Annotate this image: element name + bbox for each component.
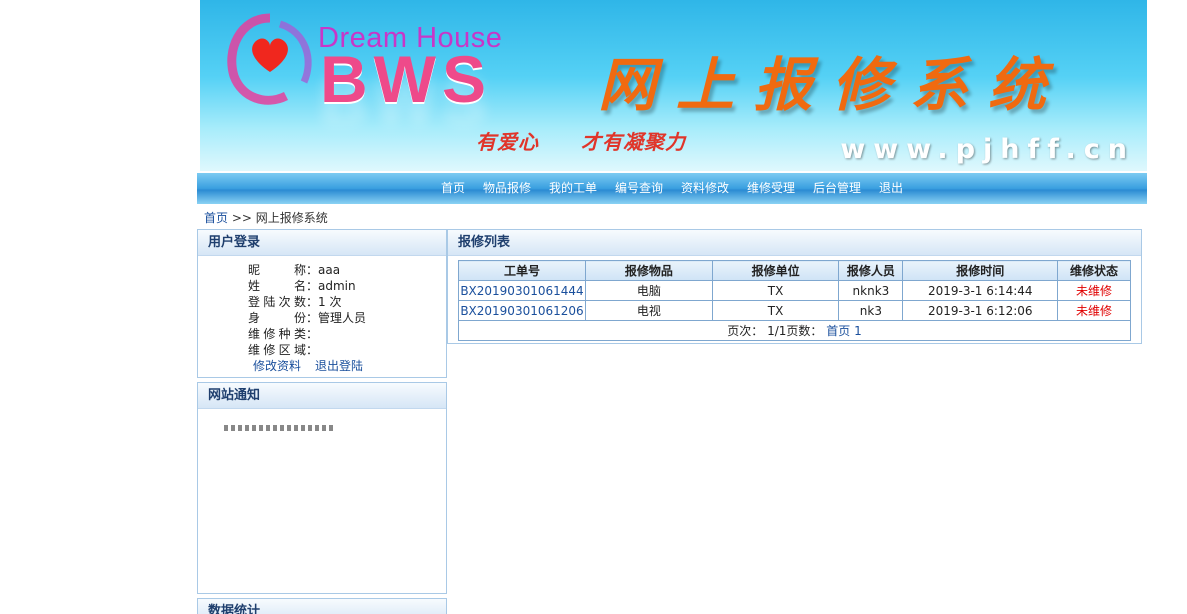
col-person: 报修人员 — [838, 260, 904, 281]
breadcrumb-current: 网上报修系统 — [255, 211, 328, 225]
nav-logout[interactable]: 退出 — [870, 173, 912, 204]
time-cell: 2019-3-1 6:14:44 — [902, 280, 1059, 301]
system-title: 网上报修系统 — [598, 51, 1067, 119]
field-label: 昵称 — [248, 263, 306, 277]
nav-home[interactable]: 首页 — [432, 173, 474, 204]
breadcrumb: 首页 >> 网上报修系统 — [204, 209, 328, 226]
col-status: 维修状态 — [1057, 260, 1131, 281]
field-value: 管理人员 — [318, 311, 367, 325]
pager-prefix: 页次： — [727, 324, 764, 338]
pager-page-number[interactable]: 1 — [854, 324, 862, 338]
field-value: 1 次 — [318, 295, 342, 309]
repair-list-title: 报修列表 — [448, 230, 1141, 256]
nav-report-repair[interactable]: 物品报修 — [474, 173, 540, 204]
pager: 页次： 1/1页数： 首页 1 — [458, 320, 1131, 341]
account-links: 修改资料 退出登陆 — [248, 358, 446, 374]
pager-row: 页次： 1/1页数： 首页 1 — [458, 320, 1131, 341]
item-cell: 电脑 — [584, 280, 713, 301]
field-label: 维修区域 — [248, 343, 306, 357]
data-stats-panel: 数据统计 — [197, 598, 447, 614]
repair-list-panel: 报修列表 工单号 报修物品 报修单位 报修人员 报修时间 维修状态 BX2019… — [447, 229, 1142, 344]
order-id-link[interactable]: BX20190301061444 — [460, 284, 583, 298]
time-cell: 2019-3-1 6:12:06 — [902, 300, 1059, 321]
nav-repair-accept[interactable]: 维修受理 — [738, 173, 804, 204]
order-id-cell: BX20190301061444 — [458, 280, 586, 301]
order-id-cell: BX20190301061206 — [458, 300, 586, 321]
item-cell: 电视 — [584, 300, 713, 321]
breadcrumb-separator: >> — [231, 211, 252, 225]
status-cell: 未维修 — [1057, 280, 1131, 301]
order-id-link[interactable]: BX20190301061206 — [460, 304, 583, 318]
edit-profile-link[interactable]: 修改资料 — [253, 359, 301, 373]
login-panel-title: 用户登录 — [198, 230, 446, 256]
nav-number-search[interactable]: 编号查询 — [606, 173, 672, 204]
person-cell: nknk3 — [838, 280, 904, 301]
slogan: 有爱心 才有凝聚力 — [476, 130, 686, 154]
logout-link[interactable]: 退出登陆 — [315, 359, 363, 373]
breadcrumb-home-link[interactable]: 首页 — [204, 211, 228, 225]
header-banner: Dream House BWS 网上报修系统 有爱心 才有凝聚力 www.pjh… — [200, 0, 1147, 171]
nav-edit-profile[interactable]: 资料修改 — [672, 173, 738, 204]
user-login-panel: 用户登录 昵称：aaa 姓名：admin 登陆次数：1 次 身份：管理人员 维修… — [197, 229, 447, 378]
unit-cell: TX — [711, 300, 840, 321]
repair-table: 工单号 报修物品 报修单位 报修人员 报修时间 维修状态 BX201903010… — [458, 260, 1131, 341]
stats-panel-title: 数据统计 — [198, 599, 446, 614]
repair-type-row: 维修种类： — [248, 327, 319, 341]
field-label: 登陆次数 — [248, 295, 306, 309]
status-cell: 未维修 — [1057, 300, 1131, 321]
role-row: 身份：管理人员 — [248, 311, 367, 325]
main-nav: 首页 物品报修 我的工单 编号查询 资料修改 维修受理 后台管理 退出 — [197, 173, 1147, 204]
field-label: 姓名 — [248, 279, 306, 293]
nickname-row: 昵称：aaa — [248, 263, 341, 277]
col-unit: 报修单位 — [711, 260, 840, 281]
table-row: BX20190301061206 电视 TX nk3 2019-3-1 6:12… — [458, 300, 1131, 321]
person-cell: nk3 — [838, 300, 904, 321]
col-item: 报修物品 — [584, 260, 713, 281]
brand-logo-text: BWS — [320, 42, 492, 116]
field-label: 维修种类 — [248, 327, 306, 341]
table-header-row: 工单号 报修物品 报修单位 报修人员 报修时间 维修状态 — [458, 260, 1131, 281]
col-time: 报修时间 — [902, 260, 1059, 281]
site-notice-panel: 网站通知 — [197, 382, 447, 594]
col-order-id: 工单号 — [458, 260, 586, 281]
site-url: www.pjhff.cn — [840, 134, 1135, 165]
field-label: 身份 — [248, 311, 306, 325]
login-count-row: 登陆次数：1 次 — [248, 295, 342, 309]
repair-area-row: 维修区域： — [248, 343, 319, 357]
pager-pages: 1/1页数： — [767, 324, 823, 338]
unit-cell: TX — [711, 280, 840, 301]
nav-admin[interactable]: 后台管理 — [804, 173, 870, 204]
nav-my-orders[interactable]: 我的工单 — [540, 173, 606, 204]
pager-first-link[interactable]: 首页 — [826, 324, 850, 338]
scrolling-notice — [224, 425, 334, 431]
logo-heart-icon — [227, 13, 312, 105]
table-row: BX20190301061444 电脑 TX nknk3 2019-3-1 6:… — [458, 280, 1131, 301]
field-value: aaa — [318, 263, 341, 277]
name-row: 姓名：admin — [248, 279, 356, 293]
field-value: admin — [318, 279, 356, 293]
notice-panel-title: 网站通知 — [198, 383, 446, 409]
